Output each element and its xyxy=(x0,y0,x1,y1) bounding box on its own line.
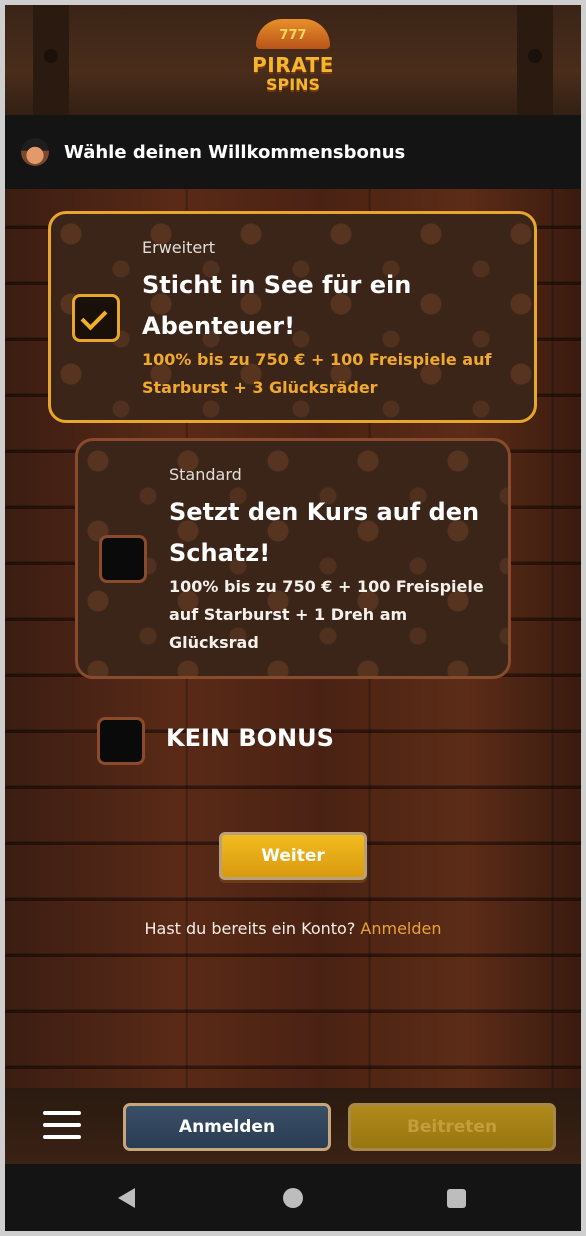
bonus-desc-line2: auf Starburst + 1 Dreh am xyxy=(169,605,408,624)
login-button[interactable]: Anmelden xyxy=(123,1103,331,1151)
bonus-title-line2: Abenteuer! xyxy=(142,312,296,340)
hamburger-menu-icon[interactable] xyxy=(43,1111,81,1141)
wood-post-left xyxy=(33,5,69,115)
bonus-card-extended[interactable]: Erweitert Sticht in See für ein Abenteue… xyxy=(48,211,537,423)
logo-line2: SPINS xyxy=(265,75,321,94)
bonus-tier: Standard xyxy=(169,465,242,484)
pirate-hat-icon: 777 xyxy=(256,19,330,49)
bonus-desc-line1: 100% bis zu 750 € + 100 Freispiele auf xyxy=(142,350,492,369)
bonus-checkbox-extended[interactable] xyxy=(72,294,120,342)
logo-line1: PIRATE xyxy=(252,53,334,77)
login-prompt-text: Hast du bereits ein Konto? xyxy=(144,919,356,938)
home-icon[interactable] xyxy=(283,1188,303,1208)
bonus-desc-line2: Starburst + 3 Glücksräder xyxy=(142,378,378,397)
bonus-desc-line3: Glücksrad xyxy=(169,633,259,652)
bonus-title-line1: Sticht in See für ein xyxy=(142,271,412,299)
bonus-tier: Erweitert xyxy=(142,238,216,257)
bonus-title-line2: Schatz! xyxy=(169,539,271,567)
logo-badge: 777 xyxy=(279,28,307,43)
bonus-checkbox-standard[interactable] xyxy=(99,535,147,583)
continue-button[interactable]: Weiter xyxy=(219,832,367,880)
back-icon[interactable] xyxy=(118,1188,135,1208)
no-bonus-label[interactable]: KEIN BONUS xyxy=(166,724,334,752)
login-prompt: Hast du bereits ein Konto? Anmelden xyxy=(5,919,581,938)
bonus-title-line1: Setzt den Kurs auf den xyxy=(169,498,480,526)
app-screen: 777 PIRATE SPINS Wähle deinen Willkommen… xyxy=(5,5,581,1231)
bolt-icon xyxy=(44,49,58,63)
bonus-card-standard[interactable]: Standard Setzt den Kurs auf den Schatz! … xyxy=(75,438,511,679)
header: 777 PIRATE SPINS xyxy=(5,5,581,115)
bottom-action-bar: Anmelden Beitreten xyxy=(5,1088,581,1164)
check-icon xyxy=(80,303,108,331)
page-title: Wähle deinen Willkommensbonus xyxy=(64,141,406,163)
no-bonus-checkbox[interactable] xyxy=(97,717,145,765)
bonus-desc-line1: 100% bis zu 750 € + 100 Freispiele xyxy=(169,577,484,596)
pirate-spins-logo[interactable]: 777 PIRATE SPINS xyxy=(248,19,338,107)
bolt-icon xyxy=(528,49,542,63)
bonus-heading-bar: Wähle deinen Willkommensbonus xyxy=(5,115,581,189)
android-nav-bar xyxy=(5,1164,581,1231)
recent-apps-icon[interactable] xyxy=(447,1189,466,1208)
join-button[interactable]: Beitreten xyxy=(348,1103,556,1151)
pirate-avatar-icon xyxy=(21,138,49,166)
login-link[interactable]: Anmelden xyxy=(360,919,441,938)
wood-post-right xyxy=(517,5,553,115)
